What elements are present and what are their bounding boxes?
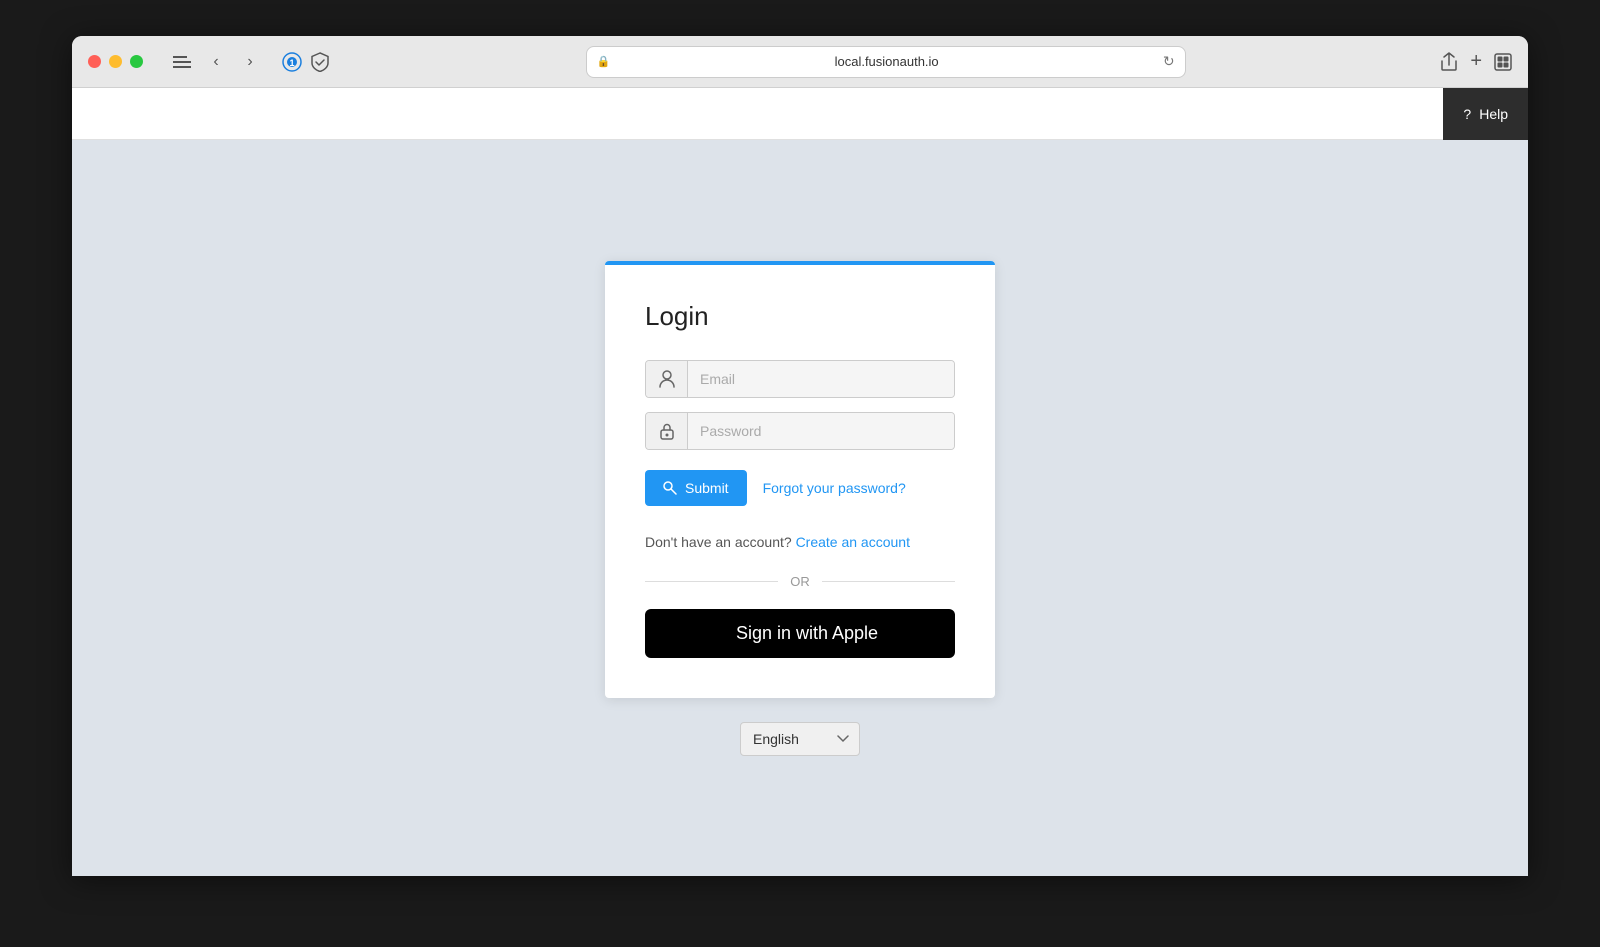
help-label: Help	[1479, 106, 1508, 122]
language-selector-wrap: English Spanish French	[740, 722, 860, 756]
submit-label: Submit	[685, 480, 729, 496]
sidebar-icon	[169, 52, 195, 72]
or-label: OR	[790, 574, 810, 589]
or-line-left	[645, 581, 778, 582]
help-bar: ? Help	[72, 88, 1528, 140]
svg-text:1: 1	[289, 58, 294, 68]
1password-icon[interactable]: 1	[281, 51, 303, 73]
lock-field-icon	[646, 413, 688, 449]
new-tab-button[interactable]: +	[1470, 50, 1482, 73]
password-input[interactable]	[688, 413, 954, 449]
form-actions: Submit Forgot your password?	[645, 470, 955, 506]
language-selector[interactable]: English Spanish French	[740, 722, 860, 756]
forward-button[interactable]: ›	[235, 47, 265, 77]
submit-button[interactable]: Submit	[645, 470, 747, 506]
email-input[interactable]	[688, 361, 954, 397]
or-line-right	[822, 581, 955, 582]
browser-window: ‹ › 1 🔒 local.fu	[72, 36, 1528, 876]
url-text: local.fusionauth.io	[616, 54, 1157, 69]
password-input-group	[645, 412, 955, 450]
register-row: Don't have an account? Create an account	[645, 534, 955, 550]
apple-signin-label: Sign in with Apple	[736, 623, 878, 644]
sidebar-toggle-button[interactable]	[167, 47, 197, 77]
login-title: Login	[645, 301, 955, 332]
refresh-icon[interactable]: ↻	[1163, 53, 1175, 70]
maximize-button[interactable]	[130, 55, 143, 68]
share-button[interactable]	[1440, 52, 1458, 72]
email-input-group	[645, 360, 955, 398]
help-button[interactable]: ? Help	[1443, 88, 1528, 140]
browser-nav: ‹ ›	[167, 47, 265, 77]
browser-actions: +	[1440, 50, 1512, 73]
tabs-overview-button[interactable]	[1494, 53, 1512, 71]
or-divider: OR	[645, 574, 955, 589]
address-bar-container: 🔒 local.fusionauth.io ↻	[355, 46, 1416, 78]
lock-icon: 🔒	[597, 55, 611, 68]
shield-icon[interactable]	[309, 51, 331, 73]
back-button[interactable]: ‹	[201, 47, 231, 77]
key-icon	[663, 481, 677, 495]
help-circle-icon: ?	[1463, 106, 1471, 122]
minimize-button[interactable]	[109, 55, 122, 68]
user-icon	[646, 361, 688, 397]
login-card: Login	[605, 261, 995, 698]
page-content: Login	[72, 140, 1528, 876]
forgot-password-link[interactable]: Forgot your password?	[763, 480, 906, 496]
traffic-lights	[88, 55, 143, 68]
create-account-link[interactable]: Create an account	[796, 534, 910, 550]
browser-extensions: 1	[281, 51, 331, 73]
browser-titlebar: ‹ › 1 🔒 local.fu	[72, 36, 1528, 88]
close-button[interactable]	[88, 55, 101, 68]
login-card-body: Login	[605, 265, 995, 698]
no-account-text: Don't have an account?	[645, 534, 792, 550]
apple-signin-button[interactable]: Sign in with Apple	[645, 609, 955, 658]
address-bar[interactable]: 🔒 local.fusionauth.io ↻	[586, 46, 1186, 78]
